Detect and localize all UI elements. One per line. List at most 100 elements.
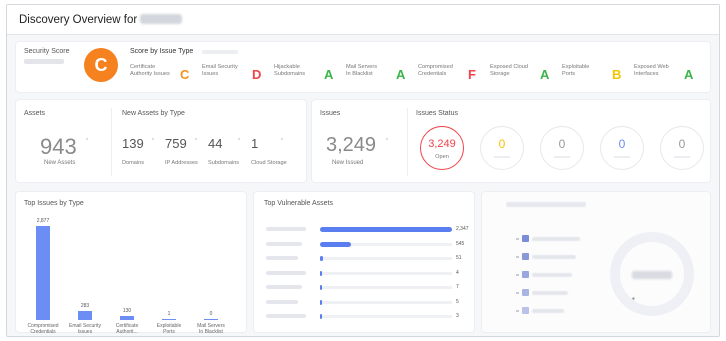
assets-marker: *	[86, 138, 88, 144]
donut-center-redacted-label	[632, 271, 672, 279]
score-by-type-redacted-tag	[202, 50, 238, 54]
category-grade: A	[540, 67, 550, 82]
redacted-org-name	[140, 14, 183, 24]
issues-marker: *	[386, 138, 388, 144]
issue-status-ring[interactable]: 0	[660, 126, 704, 170]
legend-swatch	[522, 289, 529, 296]
overall-grade-badge: C	[84, 48, 118, 82]
asset-type-label: Subdomains	[208, 160, 240, 166]
asset-bar[interactable]	[320, 241, 351, 247]
security-score-label: Security Score	[24, 48, 70, 55]
issue-bar-value: 1	[167, 311, 171, 317]
issue-bar[interactable]	[204, 319, 218, 320]
asset-name-redacted	[266, 256, 298, 260]
issue-status-value: 0	[498, 137, 506, 151]
legend-label-redacted	[532, 255, 576, 259]
asset-bar[interactable]	[320, 285, 322, 290]
category-grade: A	[684, 67, 694, 82]
category-label: Exposed Web Interfaces	[634, 64, 669, 77]
asset-bar-track	[320, 315, 452, 318]
issue-bar[interactable]	[78, 310, 92, 320]
legend-dash	[516, 238, 519, 240]
category-grade: D	[252, 67, 262, 82]
issue-bar-value: 130	[122, 307, 132, 314]
category-grade: A	[324, 67, 334, 82]
issue-status-redacted-label	[674, 156, 690, 158]
top-vulnerable-assets-card: Top Vulnerable Assets 2,347 545 51 4 7 5 3	[253, 191, 475, 333]
issues-divider	[407, 108, 408, 176]
legend-dash	[516, 310, 519, 312]
issue-bar-value: 2,877	[36, 218, 50, 224]
assets-card: Assets 943 * New Assets New Assets by Ty…	[15, 99, 307, 183]
new-assets-by-type-label: New Assets by Type	[122, 110, 185, 117]
issue-bar-category: Email Security Issues	[69, 323, 101, 335]
issue-bar-value: 283	[80, 302, 90, 309]
asset-type-count: 139	[122, 136, 144, 151]
category-label: Exposed Cloud Storage	[490, 64, 528, 77]
category-label: Compromised Credentials	[418, 64, 453, 77]
issue-bar-category: Certificate Authorit...	[115, 323, 139, 335]
issue-status-label: Open	[435, 154, 449, 160]
category-label: Email Security Issues	[202, 64, 238, 77]
legend-dash	[516, 256, 519, 258]
issue-status-value: 0	[618, 137, 626, 151]
asset-bar-value: 545	[456, 240, 465, 247]
issue-status-ring[interactable]: 0	[480, 126, 524, 170]
asset-bar[interactable]	[320, 256, 323, 261]
asset-type-marker: *	[152, 138, 154, 144]
top-vulnerable-assets-title: Top Vulnerable Assets	[264, 200, 334, 207]
issue-status-redacted-label	[554, 156, 570, 158]
top-issues-title: Top Issues by Type	[24, 200, 84, 207]
issue-status-redacted-label	[614, 156, 630, 158]
top-bar: Discovery Overview for	[7, 5, 719, 35]
security-score-card: Security Score C Score by Issue Type Cer…	[15, 41, 711, 93]
issue-status-ring[interactable]: 3,249 Open	[420, 126, 464, 170]
category-label: Mail Servers In Blacklist	[346, 64, 378, 77]
asset-bar[interactable]	[320, 270, 322, 276]
page-title: Discovery Overview for	[19, 14, 183, 26]
issue-bar-value: 0	[209, 311, 213, 317]
new-assets-label: New Assets	[44, 160, 76, 166]
new-issues-label: New Issued	[332, 160, 364, 166]
issue-bar[interactable]	[162, 319, 176, 320]
asset-bar[interactable]	[320, 227, 452, 232]
legend-swatch	[522, 253, 529, 260]
asset-name-redacted	[266, 285, 302, 289]
issue-status-redacted-label	[494, 156, 510, 158]
legend-swatch	[522, 307, 529, 314]
asset-bar-track	[320, 271, 452, 275]
issue-bar[interactable]	[36, 226, 50, 320]
security-score-redacted-subtitle	[24, 59, 64, 64]
asset-type-label: Domains	[122, 160, 145, 166]
issue-bar-category: Exploitable Ports	[156, 323, 182, 335]
asset-bar-value: 5	[456, 298, 459, 305]
asset-name-redacted	[266, 241, 302, 246]
asset-bar-value: 7	[456, 284, 459, 290]
issues-card: Issues 3,249 * New Issued Issues Status …	[311, 99, 711, 183]
asset-bar[interactable]	[320, 314, 322, 319]
asset-type-label: Cloud Storage	[251, 160, 287, 166]
asset-bar-value: 51	[456, 255, 462, 261]
asset-bar[interactable]	[320, 299, 322, 305]
legend-swatch	[522, 271, 529, 278]
issue-bar[interactable]	[120, 315, 134, 320]
legend-label-redacted	[532, 273, 572, 277]
issue-status-value: 0	[558, 137, 566, 151]
assets-divider	[111, 108, 112, 176]
legend-label-redacted	[532, 237, 580, 241]
issue-status-ring[interactable]: 0	[540, 126, 584, 170]
asset-bar-track	[320, 257, 452, 260]
asset-type-marker: *	[195, 138, 197, 144]
asset-type-count: 1	[251, 136, 259, 151]
legend-dash	[516, 274, 519, 276]
asset-name-redacted	[266, 299, 298, 304]
asset-bar-value: 4	[456, 269, 459, 276]
category-grade: A	[396, 67, 406, 82]
category-label: Exploitable Ports	[562, 64, 590, 77]
issue-status-ring[interactable]: 0	[600, 126, 644, 170]
discovery-overview-window: Discovery Overview for Security Score C …	[6, 4, 720, 337]
redacted-panel-title	[506, 202, 586, 207]
cursor-icon: ▪	[632, 294, 635, 303]
issue-bar-category: Mail Servers In Blacklist	[197, 323, 225, 335]
asset-name-redacted	[266, 270, 306, 275]
